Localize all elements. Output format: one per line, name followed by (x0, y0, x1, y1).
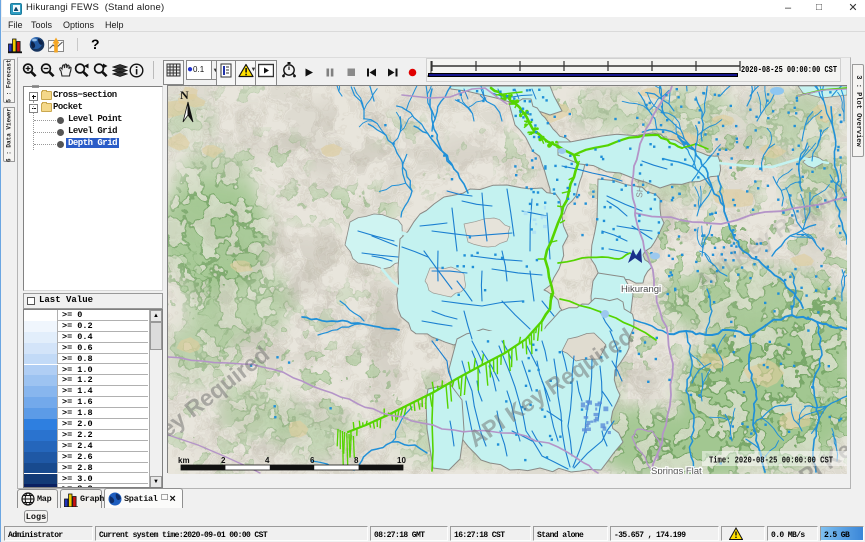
svg-text:N: N (180, 88, 189, 102)
svg-text:Springs Flat: Springs Flat (651, 466, 702, 474)
svg-text:2: 2 (221, 456, 226, 465)
svg-text:4: 4 (265, 456, 270, 465)
svg-text:Time: 2020-08-25 00:00:00 CST: Time: 2020-08-25 00:00:00 CST (709, 455, 833, 466)
svg-text:SH 1: SH 1 (634, 178, 646, 198)
svg-text:km: km (178, 456, 190, 465)
svg-text:Hikurangi: Hikurangi (621, 284, 661, 295)
svg-text:10: 10 (397, 456, 406, 465)
svg-text:2020-08-25 00:00:00 CST: 2020-08-25 00:00:00 CST (741, 64, 837, 75)
svg-text:6: 6 (310, 456, 315, 465)
svg-text:8: 8 (354, 456, 359, 465)
